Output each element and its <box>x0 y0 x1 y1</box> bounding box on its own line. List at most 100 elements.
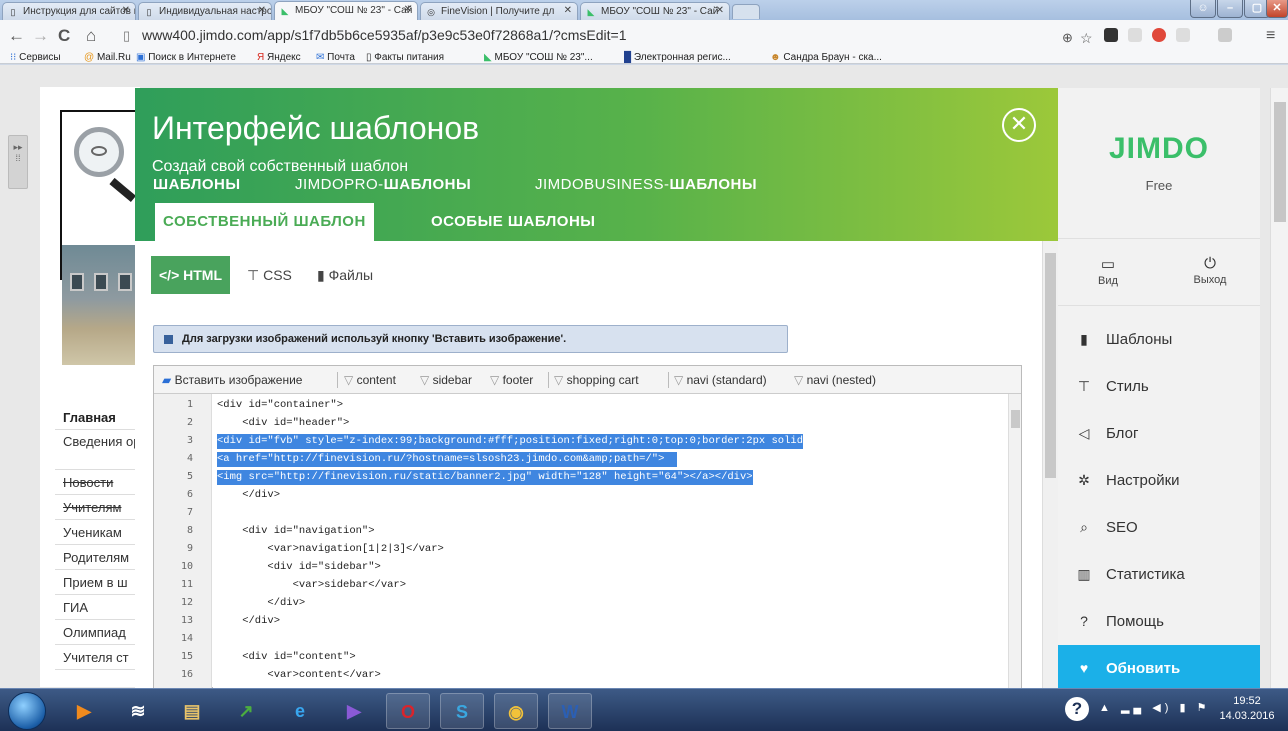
insert-image-button[interactable]: ▰ Вставить изображение <box>162 373 302 387</box>
address-bar[interactable]: ▯ www400.jimdo.com/app/s1f7db5b6ce5935af… <box>117 25 1054 47</box>
close-icon[interactable]: ✕ <box>122 5 130 16</box>
insert-navi-standard-button[interactable]: ▽ navi (standard) <box>674 373 767 387</box>
code-area[interactable]: <div id="container"> <div id="header"> <d… <box>213 394 1008 688</box>
jimdo-logo[interactable]: JIMDO Free <box>1058 88 1260 218</box>
code-line[interactable]: <div id="sidebar"> <box>217 560 380 575</box>
panel-scrollbar[interactable] <box>1042 241 1058 688</box>
view-button[interactable]: ▭ Вид <box>1068 255 1148 287</box>
url-text[interactable]: www400.jimdo.com/app/s1f7db5b6ce5935af/p… <box>142 27 627 43</box>
start-button[interactable] <box>8 692 46 730</box>
help-icon[interactable]: ? <box>1065 697 1089 721</box>
tray-icons[interactable]: ▲ ▂▄ ◀) ▮ ⚑ <box>1099 701 1210 714</box>
bookmark-item[interactable]: █ Электронная регис... <box>624 52 731 63</box>
tab-special-templates[interactable]: ОСОБЫЕ ШАБЛОНЫ <box>423 203 603 241</box>
explorer-icon[interactable]: ▤ <box>170 693 214 729</box>
jimdo-menu-item[interactable]: ? Помощь <box>1058 598 1260 645</box>
code-line-selected[interactable]: <img src="http://finevision.ru/static/ba… <box>217 470 753 485</box>
close-icon[interactable]: ✕ <box>564 5 572 16</box>
bookmark-item[interactable]: ▣ Поиск в Интернете <box>136 52 236 63</box>
bookmark-item[interactable]: ☻ Сандра Браун - ска... <box>770 52 882 63</box>
insert-sidebar-button[interactable]: ▽ sidebar <box>420 373 472 387</box>
bookmark-item[interactable]: ✉ Почта <box>316 52 355 63</box>
logout-button[interactable]: ⏻ Выход <box>1170 255 1250 286</box>
site-nav-item[interactable]: Учителя ст <box>55 645 140 670</box>
chart-app-icon[interactable]: ↗ <box>224 693 268 729</box>
forward-icon[interactable]: → <box>32 26 49 46</box>
chevron-up-icon[interactable]: ▲ <box>1099 702 1114 714</box>
jimdo-menu-item[interactable]: ⌕ SEO <box>1058 504 1260 551</box>
clock-time[interactable]: 19:52 <box>1215 695 1279 707</box>
bookmark-item[interactable]: ⁝⁝ Сервисы <box>10 52 61 63</box>
scroll-thumb[interactable] <box>1011 410 1020 428</box>
tab-files[interactable]: ▮ Файлы <box>309 256 381 294</box>
code-line[interactable]: <div id="header"> <box>217 416 349 431</box>
clock-date[interactable]: 14.03.2016 <box>1215 710 1279 722</box>
close-icon[interactable]: ✕ <box>404 4 412 15</box>
jimdo-menu-item[interactable]: ♥ Обновить <box>1058 645 1260 688</box>
page-scrollbar[interactable] <box>1270 88 1288 688</box>
chrome-icon[interactable]: ◉ <box>494 693 538 729</box>
site-nav-item[interactable]: Олимпиад <box>55 620 140 645</box>
code-line[interactable]: <div id="content"> <box>217 650 355 665</box>
jimdo-menu-item[interactable]: ◁ Блог <box>1058 410 1260 457</box>
editor-scrollbar[interactable] <box>1008 394 1021 688</box>
media-player-icon[interactable]: ▶ <box>62 693 106 729</box>
menu-icon[interactable]: ≡ <box>1266 26 1275 46</box>
word-icon[interactable]: W <box>548 693 592 729</box>
close-icon[interactable]: ✕ <box>716 5 724 16</box>
browser-tab[interactable]: ◎ FineVision | Получите дл ✕ <box>420 2 578 20</box>
media-icon[interactable]: ▶ <box>332 693 376 729</box>
scroll-thumb[interactable] <box>1274 102 1286 222</box>
zoom-icon[interactable]: ⊕ <box>1062 28 1073 48</box>
code-line[interactable]: </div> <box>217 488 280 503</box>
tab-templates[interactable]: ШАБЛОНЫ <box>153 176 241 193</box>
bookmark-item[interactable]: ▯ Факты питания <box>366 52 444 63</box>
close-icon[interactable]: ✕ <box>258 5 266 16</box>
code-line[interactable]: <var>content</var> <box>217 668 380 683</box>
jimdo-menu-item[interactable]: ⊤ Стиль <box>1058 363 1260 410</box>
battery-icon[interactable]: ▮ <box>1179 702 1189 714</box>
code-line[interactable]: <div id="navigation"> <box>217 524 374 539</box>
tab-jimdopro-templates[interactable]: JIMDOPRO-ШАБЛОНЫ <box>295 176 471 193</box>
minimize-button[interactable]: – <box>1217 0 1243 18</box>
code-line[interactable]: <var>navigation[1|2|3]</var> <box>217 542 443 557</box>
back-icon[interactable]: ← <box>8 26 25 46</box>
bookmark-item[interactable]: @ Mail.Ru <box>84 52 131 63</box>
site-nav-item[interactable]: Учителям <box>55 495 140 520</box>
site-nav-item[interactable]: Прием в ш <box>55 570 140 595</box>
ie-icon[interactable]: e <box>278 693 322 729</box>
code-line[interactable]: </div> <box>217 596 305 611</box>
signal-icon[interactable]: ▂▄ <box>1121 702 1145 714</box>
code-line[interactable]: <var>sidebar</var> <box>217 578 406 593</box>
tab-jimdobusiness-templates[interactable]: JIMDOBUSINESS-ШАБЛОНЫ <box>535 176 757 193</box>
site-nav-item[interactable]: Родителям <box>55 545 140 570</box>
new-tab-button[interactable] <box>732 4 760 19</box>
skype-icon[interactable]: S <box>440 693 484 729</box>
insert-content-button[interactable]: ▽ content <box>344 373 396 387</box>
insert-navi-nested-button[interactable]: ▽ navi (nested) <box>794 373 876 387</box>
browser-tab[interactable]: ◣ МБОУ "СОШ № 23" - Сай ✕ <box>580 2 730 20</box>
code-line-selected[interactable]: <div id="fvb" style="z-index:99;backgrou… <box>217 434 803 449</box>
opera-icon[interactable]: O <box>386 693 430 729</box>
extension-icon[interactable] <box>1218 28 1232 42</box>
jimdo-menu-item[interactable]: ▮ Шаблоны <box>1058 316 1260 363</box>
window-close-button[interactable]: ✕ <box>1266 0 1288 18</box>
reload-icon[interactable]: C <box>58 26 70 46</box>
wifi-icon[interactable]: ≋ <box>116 693 160 729</box>
site-nav-item[interactable]: Сведения организац <box>55 430 140 470</box>
extension-icon[interactable] <box>1128 28 1142 42</box>
code-line[interactable]: <div id="container"> <box>217 398 343 413</box>
user-icon[interactable]: ☺ <box>1190 0 1216 18</box>
browser-tab-active[interactable]: ◣ МБОУ "СОШ № 23" - Сай ✕ <box>274 1 418 20</box>
insert-footer-button[interactable]: ▽ footer <box>490 373 533 387</box>
jimdo-menu-item[interactable]: ▥ Статистика <box>1058 551 1260 598</box>
browser-tab[interactable]: ▯ Индивидуальная настрой ✕ <box>138 2 272 20</box>
bookmark-item[interactable]: Я Яндекс <box>257 52 301 63</box>
extension-icon[interactable] <box>1176 28 1190 42</box>
flag-icon[interactable]: ⚑ <box>1197 702 1211 714</box>
bookmark-star-icon[interactable]: ☆ <box>1080 28 1093 48</box>
jimdo-menu-item[interactable]: ✲ Настройки <box>1058 457 1260 504</box>
extension-icon[interactable] <box>1104 28 1118 42</box>
tab-own-template[interactable]: СОБСТВЕННЫЙ ШАБЛОН <box>155 203 374 241</box>
code-line[interactable]: </div> <box>217 614 280 629</box>
